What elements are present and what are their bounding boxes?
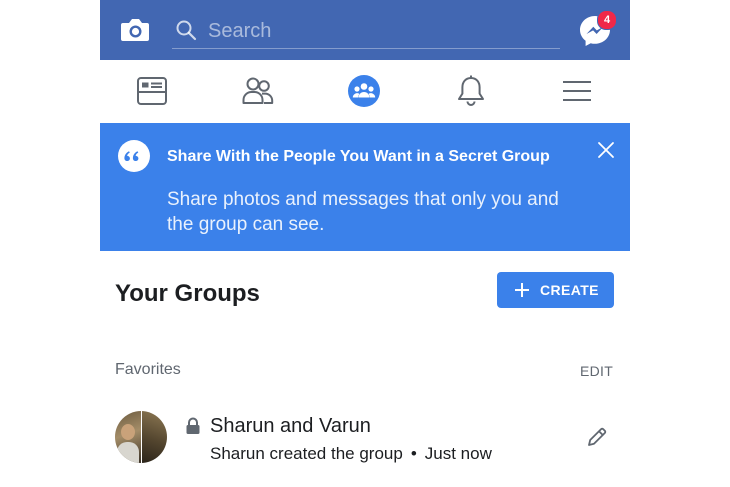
create-group-button[interactable]: CREATE bbox=[497, 272, 614, 308]
separator-dot: • bbox=[410, 444, 417, 463]
favorites-section-label: Favorites bbox=[115, 361, 181, 378]
group-avatar bbox=[115, 411, 167, 463]
avatar-shirt bbox=[117, 442, 139, 463]
search-icon bbox=[176, 20, 197, 41]
groups-icon[interactable] bbox=[347, 74, 381, 108]
banner-title: Share With the People You Want in a Secr… bbox=[167, 148, 550, 165]
group-list-item[interactable]: Sharun and Varun Sharun created the grou… bbox=[100, 400, 630, 480]
lock-icon bbox=[186, 417, 200, 434]
edit-favorites-button[interactable]: EDIT bbox=[580, 363, 613, 379]
avatar-face bbox=[121, 424, 135, 440]
group-activity: Sharun created the group • Just now bbox=[210, 444, 492, 464]
group-activity-text: Sharun created the group bbox=[210, 444, 403, 463]
group-activity-time: Just now bbox=[424, 444, 492, 463]
app-screen: 4 bbox=[100, 0, 630, 487]
camera-icon[interactable] bbox=[120, 16, 150, 44]
messenger-badge: 4 bbox=[597, 10, 617, 30]
create-button-label: CREATE bbox=[540, 282, 599, 298]
group-name: Sharun and Varun bbox=[210, 415, 371, 437]
search-input[interactable] bbox=[206, 16, 550, 46]
friends-icon[interactable] bbox=[241, 74, 275, 108]
close-icon[interactable] bbox=[597, 141, 615, 159]
banner-description: Share photos and messages that only you … bbox=[167, 189, 559, 235]
tab-bar bbox=[100, 60, 630, 122]
page-title: Your Groups bbox=[115, 280, 260, 307]
top-bar: 4 bbox=[100, 0, 630, 60]
news-feed-icon[interactable] bbox=[135, 74, 169, 108]
avatar-photo-right bbox=[142, 411, 167, 463]
plus-icon bbox=[515, 283, 529, 297]
quote-icon-circle bbox=[118, 140, 150, 172]
notifications-bell-icon[interactable] bbox=[454, 74, 488, 108]
pencil-icon[interactable] bbox=[586, 426, 608, 448]
search-bar[interactable] bbox=[172, 10, 560, 49]
quote-icon bbox=[124, 151, 139, 161]
secret-group-banner: Share With the People You Want in a Secr… bbox=[100, 123, 630, 251]
menu-icon[interactable] bbox=[560, 74, 594, 108]
